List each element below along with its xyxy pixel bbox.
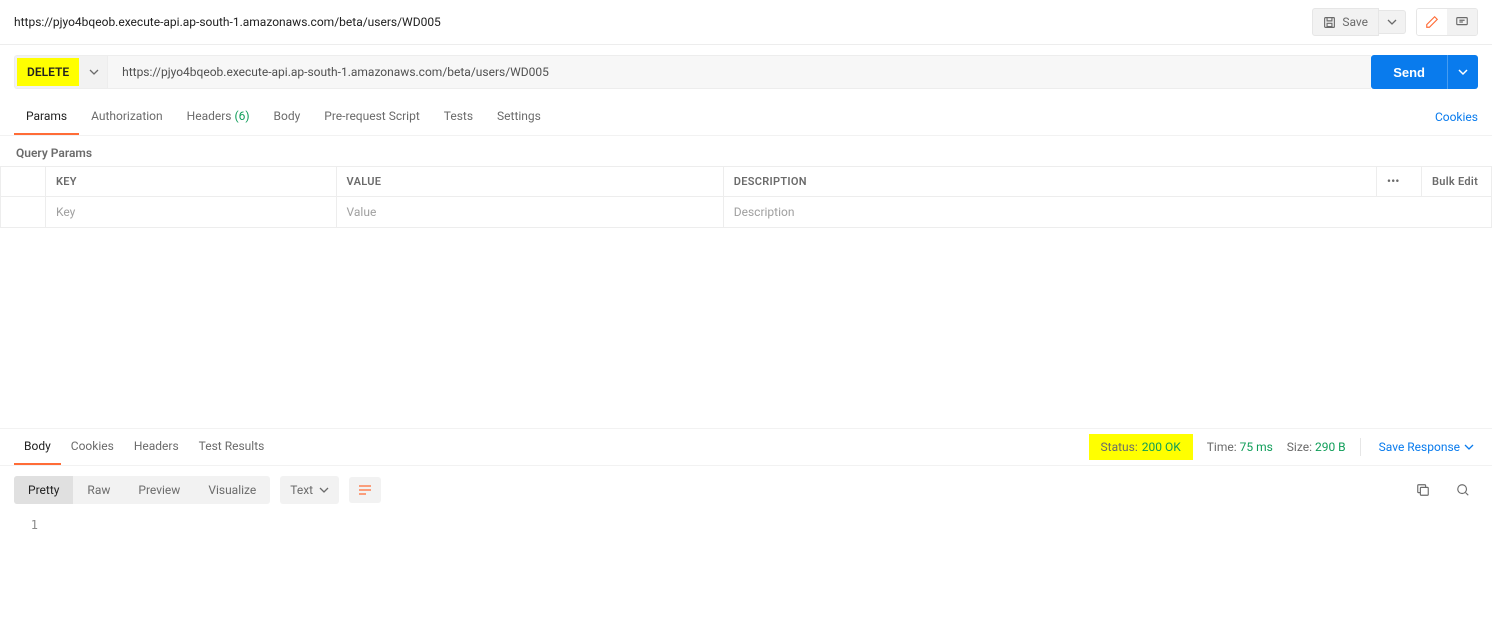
save-button[interactable]: Save <box>1312 8 1379 36</box>
save-icon <box>1323 16 1336 29</box>
response-body-content[interactable] <box>46 518 1492 532</box>
chevron-down-icon <box>81 67 107 77</box>
wrap-lines-button[interactable] <box>349 477 381 503</box>
resp-tab-cookies[interactable]: Cookies <box>61 429 124 465</box>
tab-body[interactable]: Body <box>262 99 313 135</box>
comment-button[interactable] <box>1447 9 1477 35</box>
resp-tab-body[interactable]: Body <box>14 429 61 465</box>
view-visualize-button[interactable]: Visualize <box>194 476 270 504</box>
chevron-down-icon <box>319 485 329 495</box>
status-label: Status: <box>1101 440 1138 454</box>
save-response-button[interactable]: Save Response <box>1375 440 1478 454</box>
http-method-label: DELETE <box>17 58 79 86</box>
query-params-title: Query Params <box>0 136 1492 166</box>
view-raw-button[interactable]: Raw <box>73 476 124 504</box>
status-value: 200 OK <box>1142 440 1181 454</box>
chevron-down-icon <box>1458 67 1468 77</box>
response-size: Size: 290 B <box>1287 440 1346 454</box>
send-button[interactable]: Send <box>1371 55 1447 89</box>
chevron-down-icon <box>1387 17 1397 27</box>
param-value-input[interactable]: Value <box>336 197 723 228</box>
save-dropdown-button[interactable] <box>1379 10 1406 34</box>
search-icon <box>1456 483 1470 497</box>
search-button[interactable] <box>1448 477 1478 503</box>
cookies-link[interactable]: Cookies <box>1435 100 1478 134</box>
resp-tab-headers[interactable]: Headers <box>124 429 189 465</box>
edit-button[interactable] <box>1417 9 1447 35</box>
resp-tab-test-results[interactable]: Test Results <box>189 429 275 465</box>
request-tab-title: https://pjyo4bqeob.execute-api.ap-south-… <box>14 15 1312 29</box>
view-preview-button[interactable]: Preview <box>124 476 194 504</box>
param-row: Key Value Description <box>1 197 1492 228</box>
tab-settings[interactable]: Settings <box>485 99 553 135</box>
line-number: 1 <box>0 518 46 532</box>
param-key-input[interactable]: Key <box>46 197 337 228</box>
url-input[interactable]: https://pjyo4bqeob.execute-api.ap-south-… <box>107 55 1371 89</box>
bulk-edit-button[interactable]: Bulk Edit <box>1422 167 1492 197</box>
tab-tests[interactable]: Tests <box>432 99 485 135</box>
tab-headers[interactable]: Headers (6) <box>175 99 262 135</box>
params-checkbox-header <box>1 167 46 197</box>
tab-headers-label: Headers <box>187 109 232 123</box>
http-method-select[interactable]: DELETE <box>14 55 107 89</box>
headers-count: (6) <box>234 109 249 123</box>
copy-button[interactable] <box>1408 477 1438 503</box>
params-more-button[interactable]: ••• <box>1377 167 1422 197</box>
params-key-header: KEY <box>46 167 337 197</box>
param-checkbox[interactable] <box>1 197 46 228</box>
chevron-down-icon <box>1464 442 1474 452</box>
tab-prerequest[interactable]: Pre-request Script <box>312 99 431 135</box>
response-time: Time: 75 ms <box>1207 440 1273 454</box>
send-dropdown-button[interactable] <box>1447 55 1478 89</box>
tab-params[interactable]: Params <box>14 99 79 135</box>
params-value-header: VALUE <box>336 167 723 197</box>
status-badge: Status: 200 OK <box>1089 434 1193 460</box>
tab-authorization[interactable]: Authorization <box>79 99 175 135</box>
param-desc-input[interactable]: Description <box>723 197 1491 228</box>
comment-icon <box>1455 15 1469 29</box>
wrap-icon <box>357 483 373 497</box>
format-select[interactable]: Text <box>280 476 339 504</box>
view-pretty-button[interactable]: Pretty <box>14 476 73 504</box>
params-desc-header: DESCRIPTION <box>723 167 1376 197</box>
pencil-icon <box>1425 15 1439 29</box>
save-label: Save <box>1342 15 1368 29</box>
copy-icon <box>1416 483 1430 497</box>
